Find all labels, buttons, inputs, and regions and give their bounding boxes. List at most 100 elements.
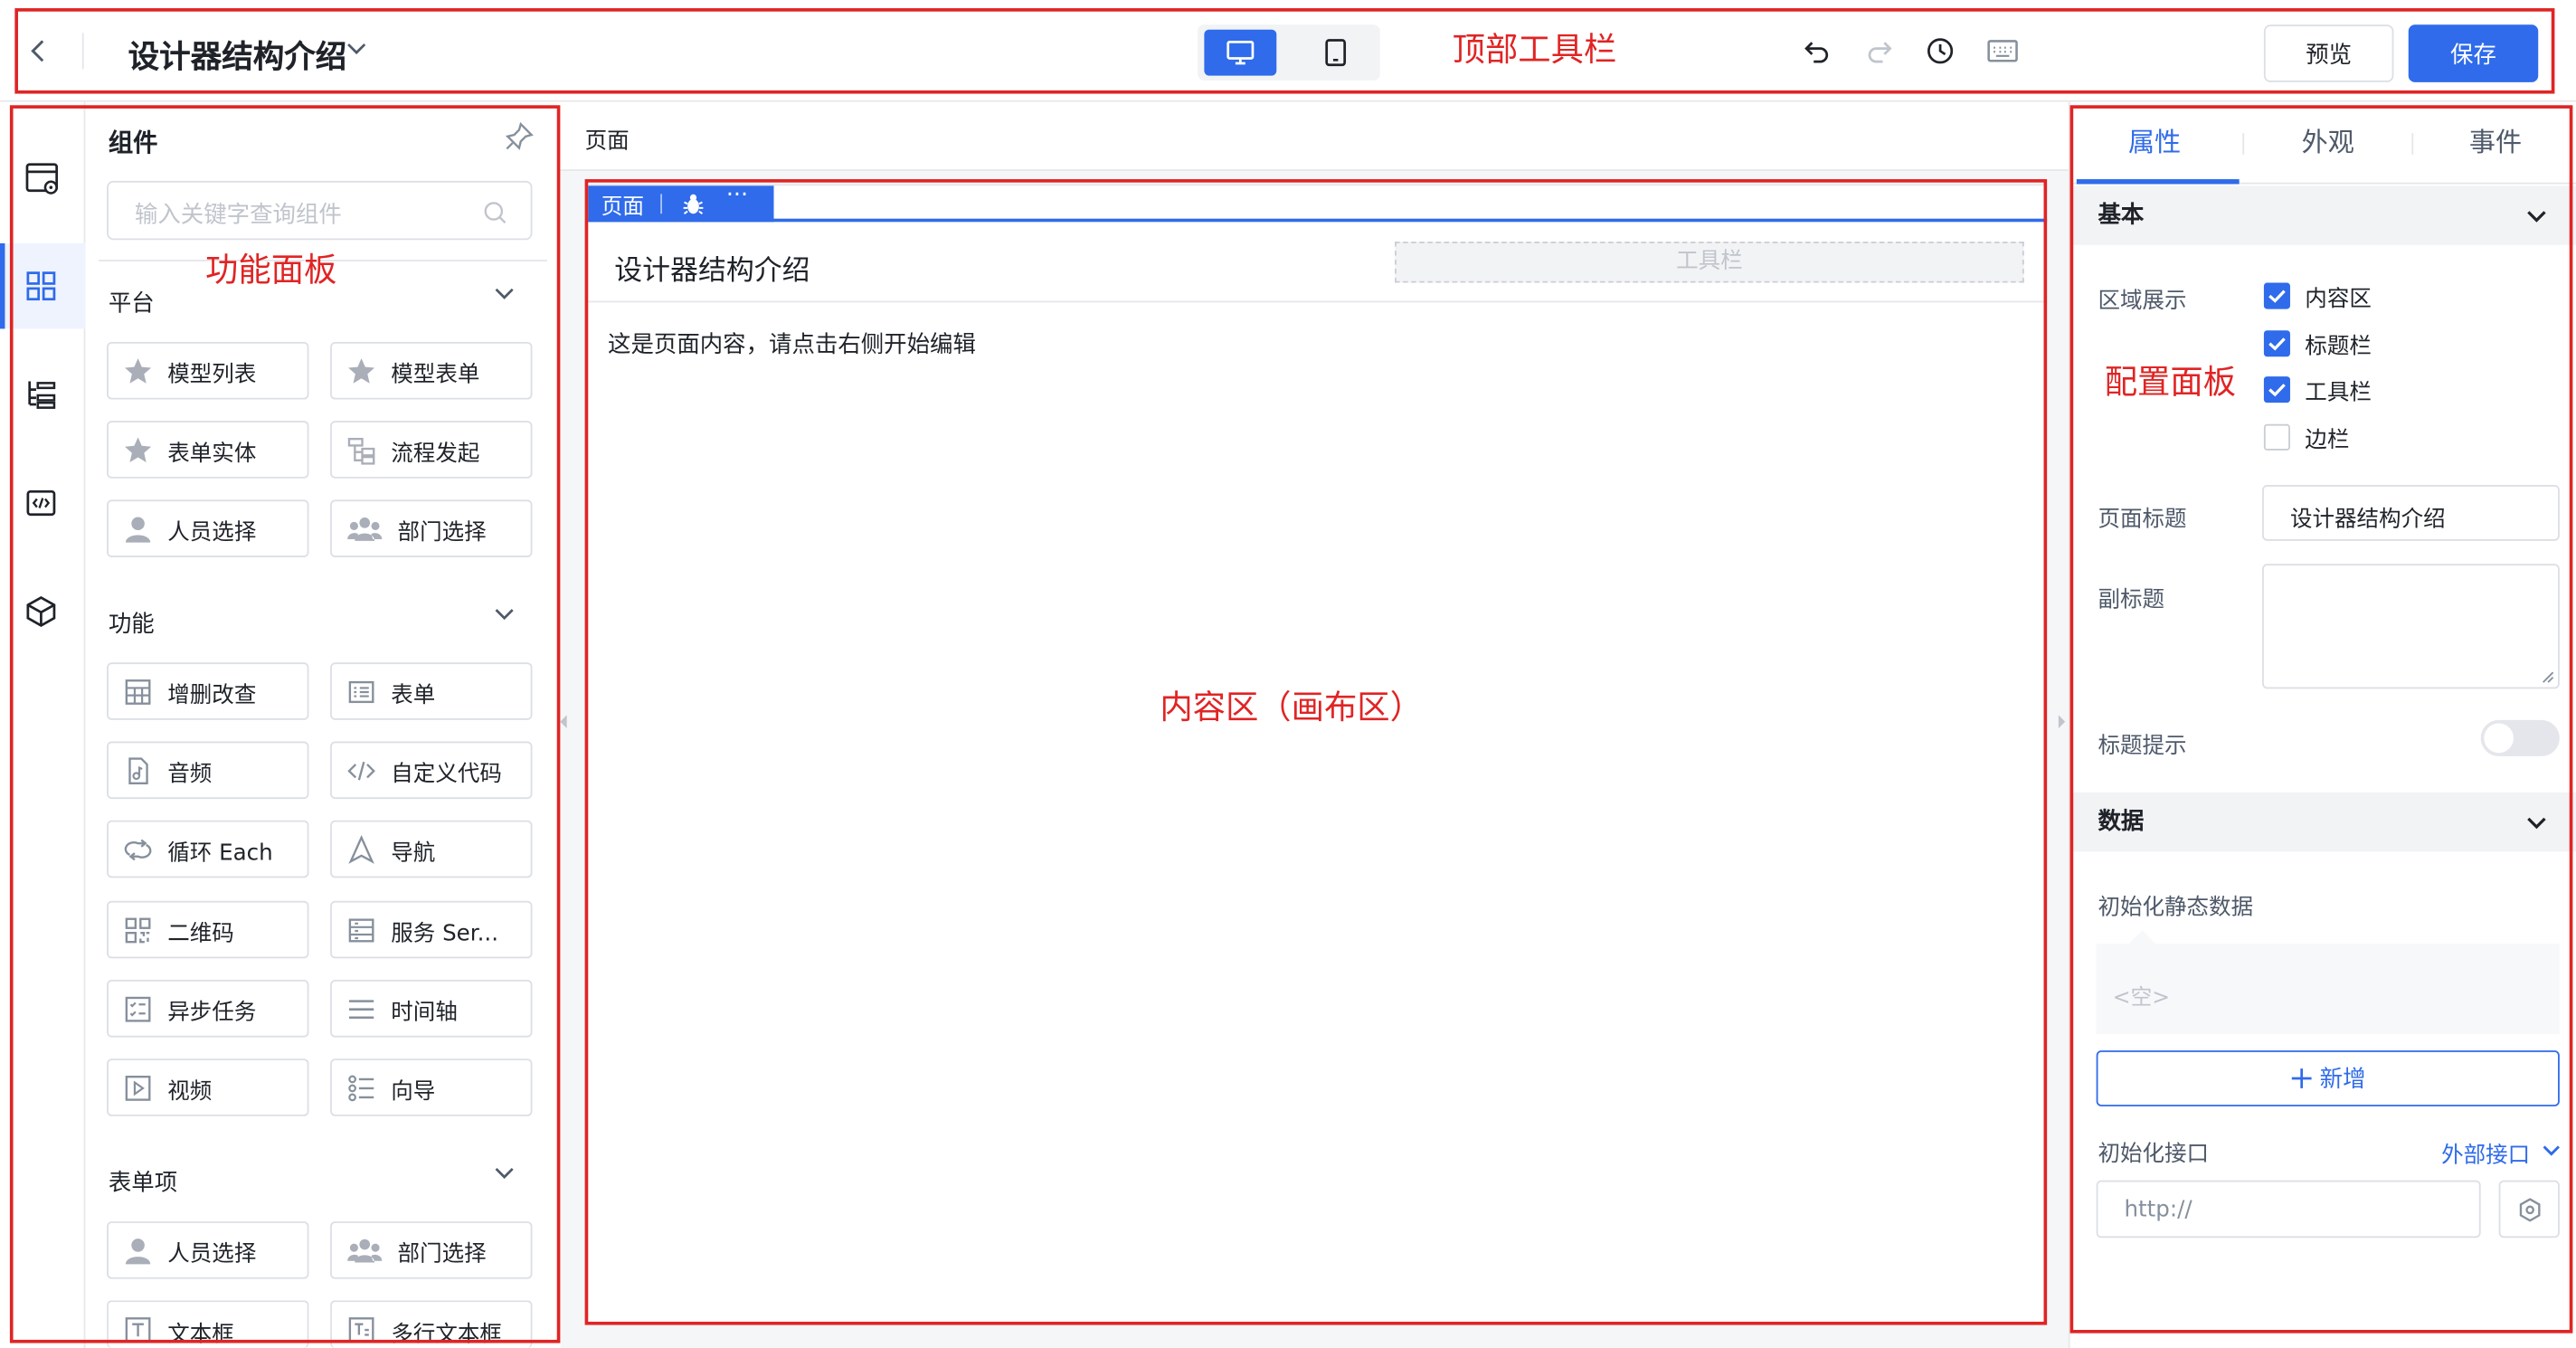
search-placeholder: 输入关键字查询组件 (134, 202, 342, 229)
checkbox-toolbar[interactable] (2263, 376, 2290, 403)
page-title-input[interactable]: 设计器结构介绍 (2262, 485, 2560, 541)
save-button[interactable]: 保存 (2408, 24, 2539, 82)
component-label: 模型表单 (391, 360, 480, 387)
tab-properties[interactable]: 属性 (2070, 102, 2240, 185)
title-tip-toggle[interactable] (2480, 719, 2560, 756)
config-panel: 属性 外观 事件 基本 区域展示 内容区 标题栏 工具栏 边栏 页面标题 设计器… (2068, 101, 2576, 1348)
nav-page-settings[interactable] (0, 135, 85, 220)
tab-appearance[interactable]: 外观 (2244, 102, 2411, 185)
section-title: 数据 (2098, 808, 2145, 836)
section-data-header[interactable]: 数据 (2069, 792, 2576, 852)
component-qrcode[interactable]: 二维码 (107, 900, 309, 959)
component-person-select[interactable]: 人员选择 (107, 499, 309, 557)
canvas-page-title[interactable]: 设计器结构介绍 (614, 247, 810, 288)
tablet-view-button[interactable] (1300, 30, 1372, 76)
bug-icon[interactable] (682, 193, 705, 215)
flow-icon (346, 435, 376, 465)
component-label: 人员选择 (167, 518, 257, 546)
toolbar-placeholder[interactable]: 工具栏 (1395, 242, 2024, 283)
add-data-button[interactable]: 新增 (2096, 1050, 2560, 1106)
nav-packages[interactable] (0, 569, 85, 654)
component-dept-select[interactable]: 部门选择 (330, 499, 533, 557)
area-display-label: 区域展示 (2098, 287, 2187, 315)
breadcrumb[interactable]: 页面 (585, 121, 630, 155)
component-textbox[interactable]: 文本框 (107, 1300, 309, 1348)
component-person-select-field[interactable]: 人员选择 (107, 1221, 309, 1279)
collapse-left-handle[interactable] (559, 710, 569, 733)
component-navigation[interactable]: 导航 (330, 820, 533, 878)
canvas-content-text[interactable]: 这是页面内容，请点击右侧开始编辑 (608, 328, 976, 360)
page-title[interactable]: 设计器结构介绍 (128, 33, 347, 77)
component-wizard[interactable]: 向导 (330, 1058, 533, 1116)
component-form[interactable]: 表单 (330, 662, 533, 720)
back-icon[interactable] (26, 36, 52, 66)
star-icon (346, 356, 376, 385)
nav-components[interactable] (0, 242, 86, 329)
chevron-down-icon (2525, 815, 2548, 831)
annotation-label-function-panel: 功能面板 (205, 250, 337, 290)
chevron-down-icon[interactable] (493, 1165, 516, 1182)
nav-outline[interactable] (0, 352, 85, 437)
loop-icon (123, 834, 153, 864)
desktop-view-button[interactable] (1204, 29, 1277, 76)
component-dept-select-field[interactable]: 部门选择 (330, 1221, 533, 1279)
component-audio[interactable]: 音频 (107, 741, 309, 800)
component-model-list[interactable]: 模型列表 (107, 341, 309, 400)
api-settings-button[interactable] (2498, 1180, 2560, 1239)
chevron-down-icon[interactable] (2542, 1144, 2562, 1159)
chevron-down-icon[interactable] (493, 286, 516, 302)
preview-button[interactable]: 预览 (2263, 24, 2394, 82)
active-tab-indicator (2076, 179, 2240, 185)
component-loop-each[interactable]: 循环 Each (107, 820, 309, 878)
section-basic-header[interactable]: 基本 (2069, 185, 2576, 245)
checkbox-sidebar[interactable] (2263, 423, 2290, 451)
section-title: 基本 (2098, 202, 2145, 229)
audio-file-icon (123, 755, 153, 785)
component-service[interactable]: 服务 Ser... (330, 900, 533, 959)
component-timeline[interactable]: 时间轴 (330, 979, 533, 1038)
component-textarea[interactable]: 多行文本框 (330, 1300, 533, 1348)
checkbox-content[interactable] (2263, 282, 2290, 309)
input-value: 设计器结构介绍 (2289, 506, 2446, 533)
redo-icon[interactable] (1865, 36, 1895, 66)
canvas-breadcrumb-bar: 页面 (560, 101, 2069, 171)
subtitle-textarea[interactable] (2262, 564, 2560, 689)
task-icon (123, 993, 153, 1023)
chevron-down-icon[interactable] (345, 41, 367, 57)
table-icon (123, 677, 153, 707)
keyboard-icon[interactable] (1986, 38, 2019, 64)
checkbox-titlebar[interactable] (2263, 330, 2290, 357)
steps-icon (346, 1073, 376, 1103)
chevron-down-icon[interactable] (493, 606, 516, 622)
component-video[interactable]: 视频 (107, 1058, 309, 1116)
history-icon[interactable] (1926, 36, 1956, 66)
page-canvas[interactable]: 页面 ··· 设计器结构介绍 工具栏 这是页面内容，请点击右侧开始编辑 (586, 183, 2048, 1325)
component-custom-code[interactable]: 自定义代码 (330, 741, 533, 800)
section-form-items[interactable]: 表单项 (109, 1165, 177, 1198)
static-data-list: <空> (2096, 930, 2560, 1034)
more-icon[interactable]: ··· (726, 183, 748, 209)
left-nav-bar (0, 101, 86, 1348)
component-crud[interactable]: 增删改查 (107, 662, 309, 720)
component-model-form[interactable]: 模型表单 (330, 341, 533, 400)
collapse-right-handle[interactable] (2057, 710, 2067, 733)
api-type-select[interactable]: 外部接口 (2441, 1136, 2530, 1169)
selection-tag[interactable]: 页面 ··· (588, 183, 774, 223)
section-function[interactable]: 功能 (109, 606, 155, 639)
api-url-input[interactable]: http:// (2096, 1180, 2481, 1239)
checkbox-label: 边栏 (2305, 427, 2350, 454)
subtitle-label: 副标题 (2098, 586, 2165, 613)
section-platform[interactable]: 平台 (109, 286, 155, 318)
component-form-entity[interactable]: 表单实体 (107, 421, 309, 479)
nav-code[interactable] (0, 460, 85, 546)
active-indicator (0, 242, 5, 329)
component-search[interactable]: 输入关键字查询组件 (107, 180, 533, 241)
checkbox-label: 内容区 (2305, 286, 2372, 313)
tab-events[interactable]: 事件 (2413, 102, 2576, 185)
init-api-label: 初始化接口 (2098, 1141, 2210, 1168)
undo-icon[interactable] (1803, 36, 1833, 66)
component-async-task[interactable]: 异步任务 (107, 979, 309, 1038)
component-process-start[interactable]: 流程发起 (330, 421, 533, 479)
pin-icon[interactable] (505, 121, 535, 151)
init-static-data-label: 初始化静态数据 (2098, 894, 2254, 921)
